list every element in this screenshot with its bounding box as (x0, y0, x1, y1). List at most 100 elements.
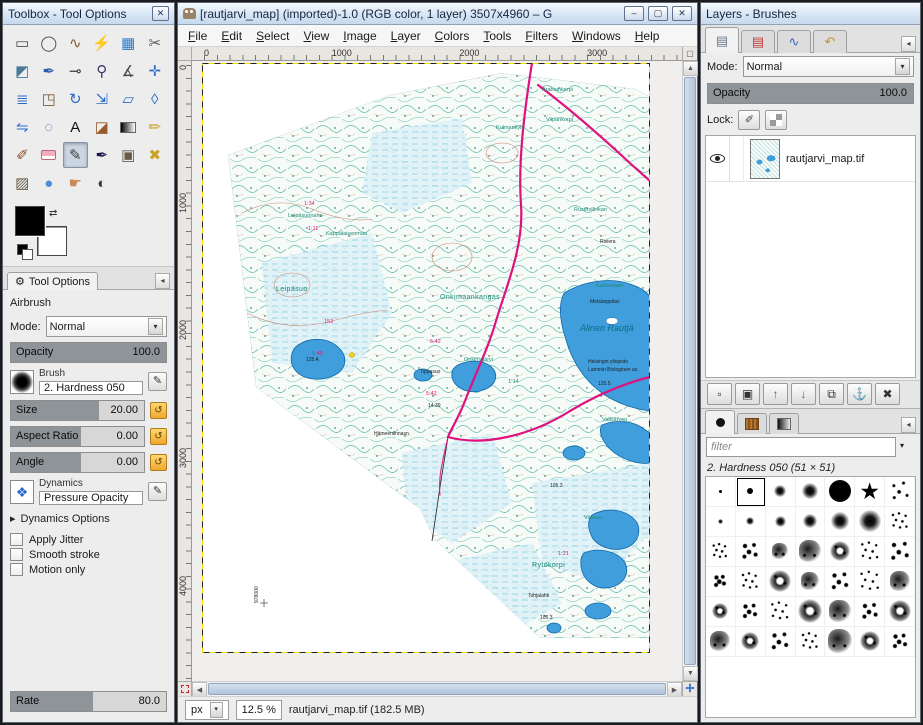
scissors-select-tool[interactable]: ✂ (143, 30, 168, 56)
ellipse-select-tool[interactable]: ◯ (37, 30, 62, 56)
brush-item[interactable] (736, 537, 766, 567)
layers-tab[interactable]: ▤ (705, 27, 739, 53)
new-group-button[interactable]: ▣ (735, 383, 760, 405)
brush-item[interactable] (855, 567, 885, 597)
brush-item[interactable] (766, 597, 796, 627)
brush-item[interactable] (736, 507, 766, 537)
shear-tool[interactable]: ▱ (116, 86, 141, 112)
eraser-tool[interactable] (37, 142, 62, 168)
toolbox-close-icon[interactable]: ✕ (152, 6, 169, 21)
brush-item[interactable] (885, 507, 915, 537)
layer-opacity-slider[interactable]: Opacity 100.0 (707, 83, 914, 104)
perspective-tool[interactable]: ◊ (143, 86, 168, 112)
dodge-burn-tool[interactable]: ◐ (90, 170, 115, 196)
menu-colors[interactable]: Colors (429, 27, 476, 45)
brush-item[interactable] (736, 627, 766, 657)
dynamics-options-expander[interactable]: ▸ Dynamics Options (10, 510, 167, 527)
brush-edit-button[interactable]: ✎ (148, 372, 167, 391)
tab-tool-options[interactable]: ⚙ Tool Options (7, 272, 98, 290)
brush-item[interactable] (825, 537, 855, 567)
brush-item[interactable] (796, 507, 826, 537)
brush-item[interactable] (766, 567, 796, 597)
paths-tool[interactable]: ✒ (37, 58, 62, 84)
brush-item[interactable] (796, 627, 826, 657)
scroll-up-icon[interactable]: ▲ (683, 61, 698, 76)
map-canvas[interactable]: ArabiankorpiViipankorpiKulmankyläRusthol… (202, 63, 650, 653)
scroll-down-icon[interactable]: ▼ (683, 666, 698, 681)
menu-edit[interactable]: Edit (215, 27, 248, 45)
raise-layer-button[interactable]: ↑ (763, 383, 788, 405)
lock-pixels-button[interactable]: ✐ (738, 110, 760, 130)
vertical-scrollbar[interactable]: ▲ ▼ (682, 61, 697, 681)
brush-item[interactable] (796, 597, 826, 627)
brush-item[interactable] (885, 477, 915, 507)
navigation-icon[interactable]: ✛ (682, 681, 697, 696)
channels-tab[interactable]: ▤ (741, 30, 775, 53)
patterns-tab[interactable] (737, 413, 767, 434)
toolbox-titlebar[interactable]: Toolbox - Tool Options ✕ (3, 3, 174, 25)
lower-layer-button[interactable]: ↓ (791, 383, 816, 405)
checkbox-apply-jitter[interactable]: Apply Jitter (10, 532, 167, 547)
horizontal-scroll-thumb[interactable] (208, 683, 666, 695)
brush-item[interactable] (825, 627, 855, 657)
rectangle-select-tool[interactable]: ▭ (10, 30, 35, 56)
layer-row[interactable]: rautjarvi_map.tif (706, 136, 915, 182)
brush-filter-input[interactable] (706, 437, 896, 457)
move-tool[interactable]: ✛ (143, 58, 168, 84)
brush-item[interactable] (736, 597, 766, 627)
menu-filters[interactable]: Filters (519, 27, 564, 45)
mode-select[interactable]: Normal ▾ (46, 316, 167, 337)
brush-item[interactable] (706, 537, 736, 567)
menu-select[interactable]: Select (250, 27, 295, 45)
rotate-tool[interactable]: ↻ (63, 86, 88, 112)
dynamics-edit-button[interactable]: ✎ (148, 482, 167, 501)
free-select-tool[interactable]: ∿ (63, 30, 88, 56)
quick-mask-toggle[interactable] (178, 681, 192, 696)
minimize-button[interactable]: – (624, 6, 644, 21)
dock-menu-icon[interactable]: ◂ (155, 273, 170, 289)
brush-item[interactable] (855, 537, 885, 567)
dynamics-icon[interactable]: ❖ (10, 480, 34, 504)
blend-tool[interactable] (116, 114, 141, 140)
brush-item[interactable] (766, 477, 796, 507)
brush-item[interactable]: ★ (855, 477, 885, 507)
blur-sharpen-tool[interactable]: ● (37, 170, 62, 196)
chevron-down-icon[interactable]: ▾ (900, 438, 915, 456)
brush-item[interactable] (796, 537, 826, 567)
brush-item[interactable] (796, 567, 826, 597)
checkbox-smooth-stroke[interactable]: Smooth stroke (10, 547, 167, 562)
angle-reset-button[interactable]: ↺ (150, 454, 167, 471)
new-layer-button[interactable]: ▫ (707, 383, 732, 405)
scroll-right-icon[interactable]: ▶ (667, 682, 682, 697)
brush-item[interactable] (855, 597, 885, 627)
horizontal-ruler[interactable]: 0100020003000 (192, 47, 682, 61)
brush-item[interactable] (706, 507, 736, 537)
crop-tool[interactable]: ◳ (37, 86, 62, 112)
dock-menu-icon[interactable]: ◂ (901, 417, 916, 433)
dynamics-name-entry[interactable]: Pressure Opacity (39, 491, 143, 505)
foreground-select-tool[interactable]: ◩ (10, 58, 35, 84)
default-colors-icon[interactable] (17, 244, 31, 258)
lock-alpha-button[interactable] (765, 110, 787, 130)
layers-titlebar[interactable]: Layers - Brushes (701, 3, 920, 25)
pencil-tool[interactable]: ✏ (143, 114, 168, 140)
brush-item[interactable] (825, 477, 855, 507)
clone-tool[interactable]: ▣ (116, 142, 141, 168)
maximize-button[interactable]: ▢ (648, 6, 668, 21)
size-slider[interactable]: Size 20.00 (10, 400, 145, 421)
foreground-color-swatch[interactable] (15, 206, 45, 236)
brush-item[interactable] (825, 567, 855, 597)
brush-item[interactable] (706, 627, 736, 657)
angle-slider[interactable]: Angle 0.00 (10, 452, 145, 473)
rate-slider[interactable]: Rate 80.0 (10, 691, 167, 712)
brush-item[interactable] (855, 627, 885, 657)
brushes-tab[interactable] (705, 410, 735, 434)
flip-tool[interactable]: ⇋ (10, 114, 35, 140)
scroll-left-icon[interactable]: ◀ (192, 682, 207, 697)
brush-item[interactable] (706, 597, 736, 627)
align-tool[interactable]: ≣ (10, 86, 35, 112)
color-picker-tool[interactable]: ⊸ (63, 58, 88, 84)
brush-item[interactable] (706, 567, 736, 597)
brush-item[interactable] (885, 567, 915, 597)
aspect-ratio-slider[interactable]: Aspect Ratio 0.00 (10, 426, 145, 447)
